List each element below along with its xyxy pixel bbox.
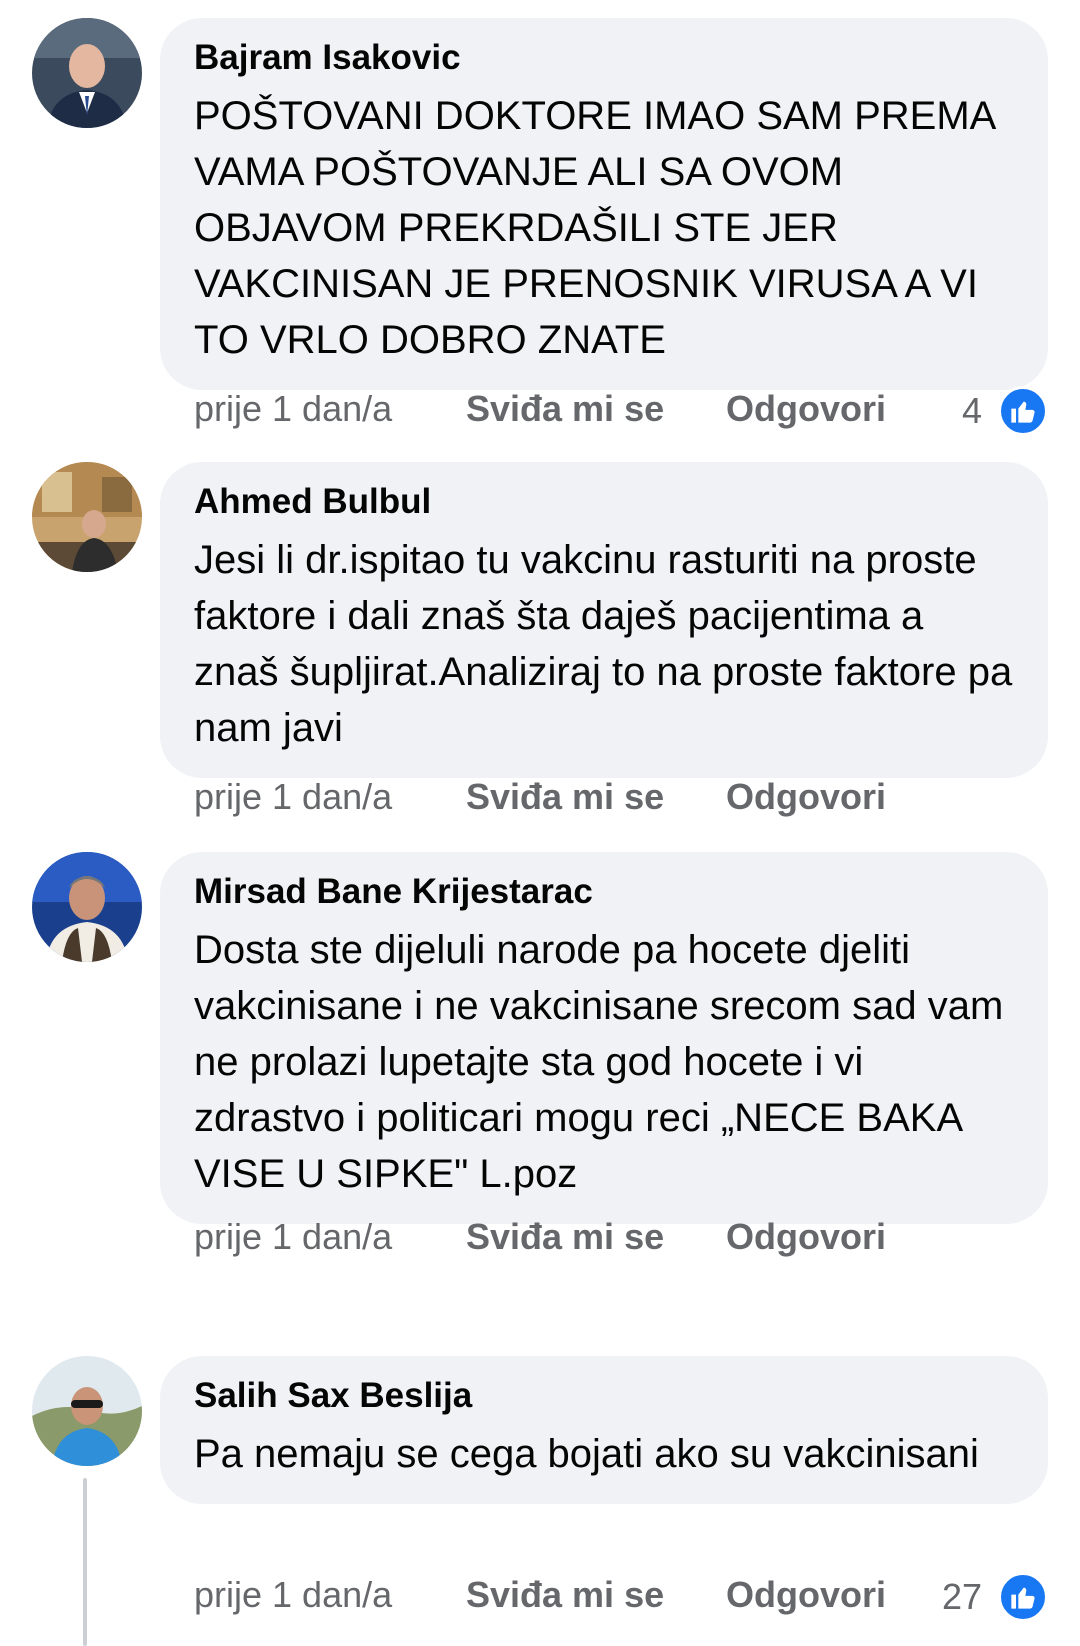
reaction-count: 4 bbox=[961, 390, 982, 432]
avatar[interactable] bbox=[32, 18, 142, 128]
like-button[interactable]: Sviđa mi se bbox=[466, 384, 664, 434]
comment-actions: prije 1 dan/a Sviđa mi se Odgovori bbox=[194, 772, 1048, 822]
comment-author[interactable]: Bajram Isakovic bbox=[194, 36, 1014, 80]
reply-button[interactable]: Odgovori bbox=[726, 1570, 886, 1620]
comment-timestamp[interactable]: prije 1 dan/a bbox=[194, 1570, 392, 1620]
comment-bubble: Bajram Isakovic POŠTOVANI DOKTORE IMAO S… bbox=[160, 18, 1048, 390]
comment-bubble: Salih Sax Beslija Pa nemaju se cega boja… bbox=[160, 1356, 1048, 1504]
comment-text: Jesi li dr.ispitao tu vakcinu rasturiti … bbox=[194, 538, 1013, 750]
reaction-count: 27 bbox=[941, 1576, 982, 1618]
profile-photo-1 bbox=[32, 18, 142, 128]
comment-timestamp[interactable]: prije 1 dan/a bbox=[194, 384, 392, 434]
reaction-summary[interactable]: 4 bbox=[961, 384, 1048, 437]
comment-text: POŠTOVANI DOKTORE IMAO SAM PREMA VAMA PO… bbox=[194, 94, 995, 362]
profile-photo-4 bbox=[32, 1356, 142, 1466]
comment-author[interactable]: Ahmed Bulbul bbox=[194, 480, 1014, 524]
like-button[interactable]: Sviđa mi se bbox=[466, 1212, 664, 1262]
reply-button[interactable]: Odgovori bbox=[726, 772, 886, 822]
reply-button[interactable]: Odgovori bbox=[726, 1212, 886, 1262]
comment-bubble: Ahmed Bulbul Jesi li dr.ispitao tu vakci… bbox=[160, 462, 1048, 778]
thumbs-up-icon bbox=[998, 386, 1048, 437]
profile-photo-2 bbox=[32, 462, 142, 572]
like-button[interactable]: Sviđa mi se bbox=[466, 772, 664, 822]
avatar[interactable] bbox=[32, 852, 142, 962]
comment-text: Pa nemaju se cega bojati ako su vakcinis… bbox=[194, 1432, 979, 1476]
avatar[interactable] bbox=[32, 1356, 142, 1466]
comment-author[interactable]: Salih Sax Beslija bbox=[194, 1374, 1014, 1418]
reaction-summary[interactable]: 27 bbox=[941, 1570, 1048, 1623]
comment-actions: prije 1 dan/a Sviđa mi se Odgovori bbox=[194, 1212, 1048, 1262]
comment-actions: prije 1 dan/a Sviđa mi se Odgovori 27 bbox=[194, 1570, 1048, 1623]
comment-actions: prije 1 dan/a Sviđa mi se Odgovori 4 bbox=[194, 384, 1048, 437]
like-button[interactable]: Sviđa mi se bbox=[466, 1570, 664, 1620]
profile-photo-3 bbox=[32, 852, 142, 962]
thumbs-up-icon bbox=[998, 1572, 1048, 1623]
comment-text: Dosta ste dijeluli narode pa hocete djel… bbox=[194, 928, 1004, 1196]
reply-thread-line bbox=[83, 1478, 87, 1646]
avatar[interactable] bbox=[32, 462, 142, 572]
comment-timestamp[interactable]: prije 1 dan/a bbox=[194, 772, 392, 822]
comment-timestamp[interactable]: prije 1 dan/a bbox=[194, 1212, 392, 1262]
reply-button[interactable]: Odgovori bbox=[726, 384, 886, 434]
comment-bubble: Mirsad Bane Krijestarac Dosta ste dijelu… bbox=[160, 852, 1048, 1224]
comment-author[interactable]: Mirsad Bane Krijestarac bbox=[194, 870, 1014, 914]
